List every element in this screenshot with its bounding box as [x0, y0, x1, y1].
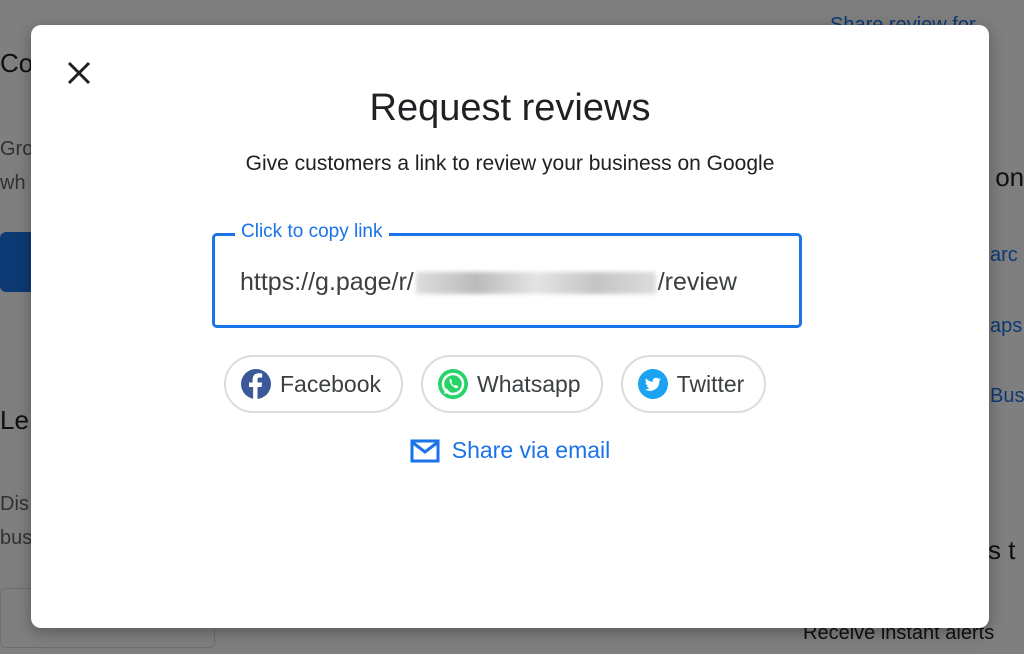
share-buttons: Facebook Whatsapp Twitter [224, 355, 767, 413]
link-prefix: https://g.page/r/ [240, 268, 414, 296]
copy-link-field[interactable]: Click to copy link https://g.page/r/ /re… [212, 221, 802, 328]
facebook-share-button[interactable]: Facebook [224, 355, 404, 413]
whatsapp-share-button[interactable]: Whatsapp [421, 355, 603, 413]
link-suffix: /review [657, 268, 737, 296]
redacted-id [415, 271, 656, 294]
whatsapp-icon [438, 369, 469, 399]
field-label: Click to copy link [235, 221, 389, 243]
facebook-label: Facebook [280, 370, 382, 397]
mail-icon [410, 439, 440, 462]
close-icon [67, 61, 91, 85]
twitter-label: Twitter [676, 370, 745, 397]
twitter-share-button[interactable]: Twitter [620, 355, 767, 413]
twitter-icon [637, 369, 668, 399]
review-link[interactable]: https://g.page/r/ /review [240, 268, 737, 297]
email-label: Share via email [451, 437, 611, 463]
close-button[interactable] [63, 57, 95, 89]
request-reviews-dialog: Request reviews Give customers a link to… [31, 25, 989, 628]
share-via-email-link[interactable]: Share via email [31, 437, 989, 464]
facebook-icon [241, 369, 271, 399]
whatsapp-label: Whatsapp [477, 370, 581, 397]
dialog-title: Request reviews [369, 87, 651, 129]
dialog-subtitle: Give customers a link to review your bus… [245, 152, 775, 175]
